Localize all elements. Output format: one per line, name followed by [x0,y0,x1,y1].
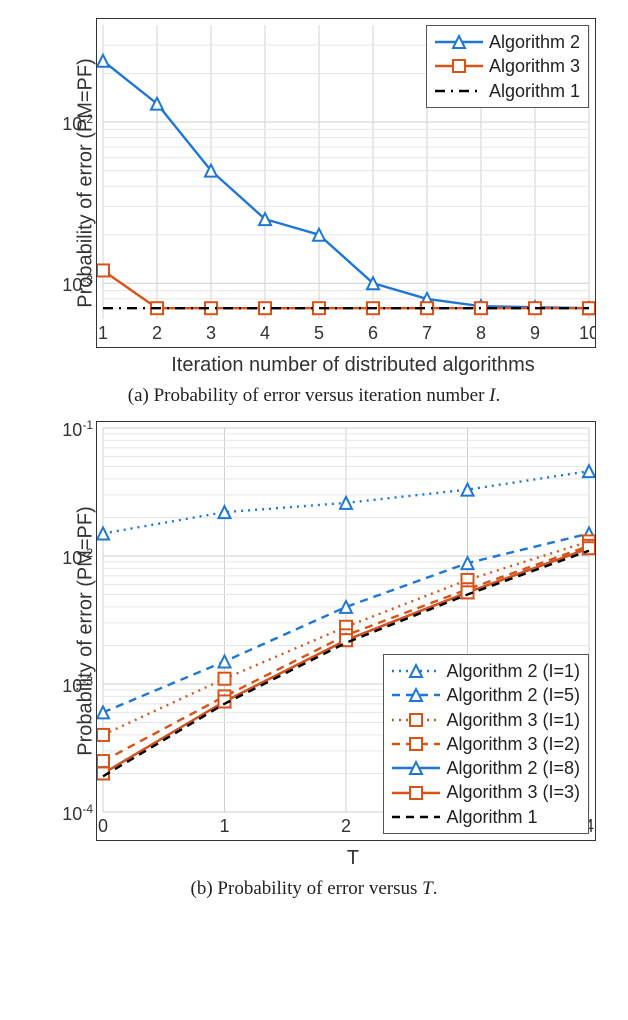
svg-text:2: 2 [341,816,351,836]
plot-b-wrap: Probability of error (PM=PF) 0123410-410… [96,421,596,841]
xlabel-a: Iteration number of distributed algorith… [96,354,610,377]
svg-text:5: 5 [314,323,324,343]
svg-text:8: 8 [476,323,486,343]
legend: Algorithm 2Algorithm 3Algorithm 1 [426,25,589,108]
svg-text:0: 0 [98,816,108,836]
svg-text:4: 4 [260,323,270,343]
legend-swatch [392,760,440,776]
legend-swatch [392,736,440,752]
legend-swatch [392,663,440,679]
caption-a-text: (a) Probability of error versus iteratio… [128,385,489,406]
ylabel-a: Probability of error (PM=PF) [75,58,98,308]
figure-page: Probability of error (PM=PF) 12345678910… [0,0,628,942]
legend-swatch [435,83,483,99]
svg-text:7: 7 [422,323,432,343]
panel-a: Probability of error (PM=PF) 1 2 3 4 5 6 7 8 9 10… [18,18,610,407]
legend-swatch [435,34,483,50]
caption-a-suffix: . [496,385,501,406]
svg-text:3: 3 [206,323,216,343]
plot-a: 1234567891010-310-2Algorithm 2Algorithm … [96,18,596,348]
svg-text:1: 1 [98,323,108,343]
legend-label: Algorithm 3 (I=1) [446,708,580,732]
svg-text:10: 10 [579,323,595,343]
legend-label: Algorithm 2 (I=1) [446,659,580,683]
legend-swatch [392,712,440,728]
legend-label: Algorithm 3 (I=2) [446,732,580,756]
plot-a-wrap: Probability of error (PM=PF) 12345678910… [96,18,596,348]
legend-label: Algorithm 2 [489,30,580,54]
legend-swatch [392,687,440,703]
legend-swatch [392,785,440,801]
caption-b-var: T [422,878,433,899]
legend-item: Algorithm 3 (I=3) [392,780,580,804]
legend-item: Algorithm 2 (I=8) [392,756,580,780]
svg-text:6: 6 [368,323,378,343]
legend-label: Algorithm 2 (I=8) [446,756,580,780]
caption-a: (a) Probability of error versus iteratio… [18,385,610,407]
svg-text:1: 1 [219,816,229,836]
svg-text:9: 9 [530,323,540,343]
legend-item: Algorithm 3 (I=1) [392,708,580,732]
legend-item: Algorithm 3 (I=2) [392,732,580,756]
legend-item: Algorithm 1 [392,805,580,829]
legend-label: Algorithm 3 [489,54,580,78]
legend-item: Algorithm 2 [435,30,580,54]
legend-label: Algorithm 1 [489,79,580,103]
legend-item: Algorithm 2 (I=5) [392,683,580,707]
legend: Algorithm 2 (I=1)Algorithm 2 (I=5)Algori… [383,654,589,834]
panel-b: Probability of error (PM=PF) 0123410-410… [18,421,610,900]
legend-label: Algorithm 3 (I=3) [446,780,580,804]
legend-item: Algorithm 3 [435,54,580,78]
caption-b: (b) Probability of error versus T. [18,878,610,900]
ylabel-b: Probability of error (PM=PF) [75,506,98,756]
legend-item: Algorithm 1 [435,79,580,103]
caption-b-suffix: . [433,878,438,899]
caption-b-text: (b) Probability of error versus [191,878,423,899]
legend-swatch [392,809,440,825]
legend-label: Algorithm 2 (I=5) [446,683,580,707]
legend-item: Algorithm 2 (I=1) [392,659,580,683]
plot-b: 0123410-410-310-210-1Algorithm 2 (I=1)Al… [96,421,596,841]
svg-text:2: 2 [152,323,162,343]
legend-label: Algorithm 1 [446,805,537,829]
legend-swatch [435,58,483,74]
xlabel-b: T [96,847,610,870]
